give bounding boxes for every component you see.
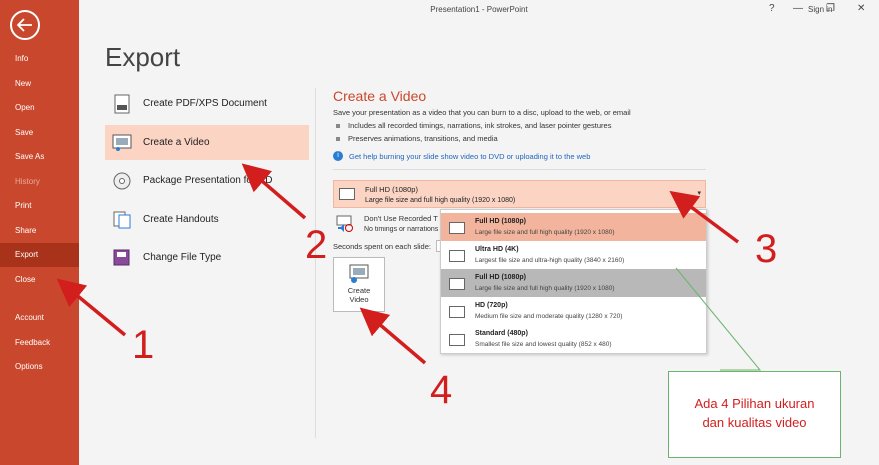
annotation-overlay: 1 2 3 4 bbox=[56, 163, 777, 412]
number-3: 3 bbox=[755, 227, 777, 271]
number-1: 1 bbox=[132, 323, 154, 367]
note-connector bbox=[675, 267, 762, 371]
arrow-3 bbox=[669, 190, 740, 244]
number-2: 2 bbox=[305, 223, 327, 267]
arrow-2 bbox=[241, 163, 307, 220]
number-4: 4 bbox=[430, 368, 452, 412]
arrow-1 bbox=[56, 278, 127, 337]
arrow-4 bbox=[359, 307, 427, 365]
